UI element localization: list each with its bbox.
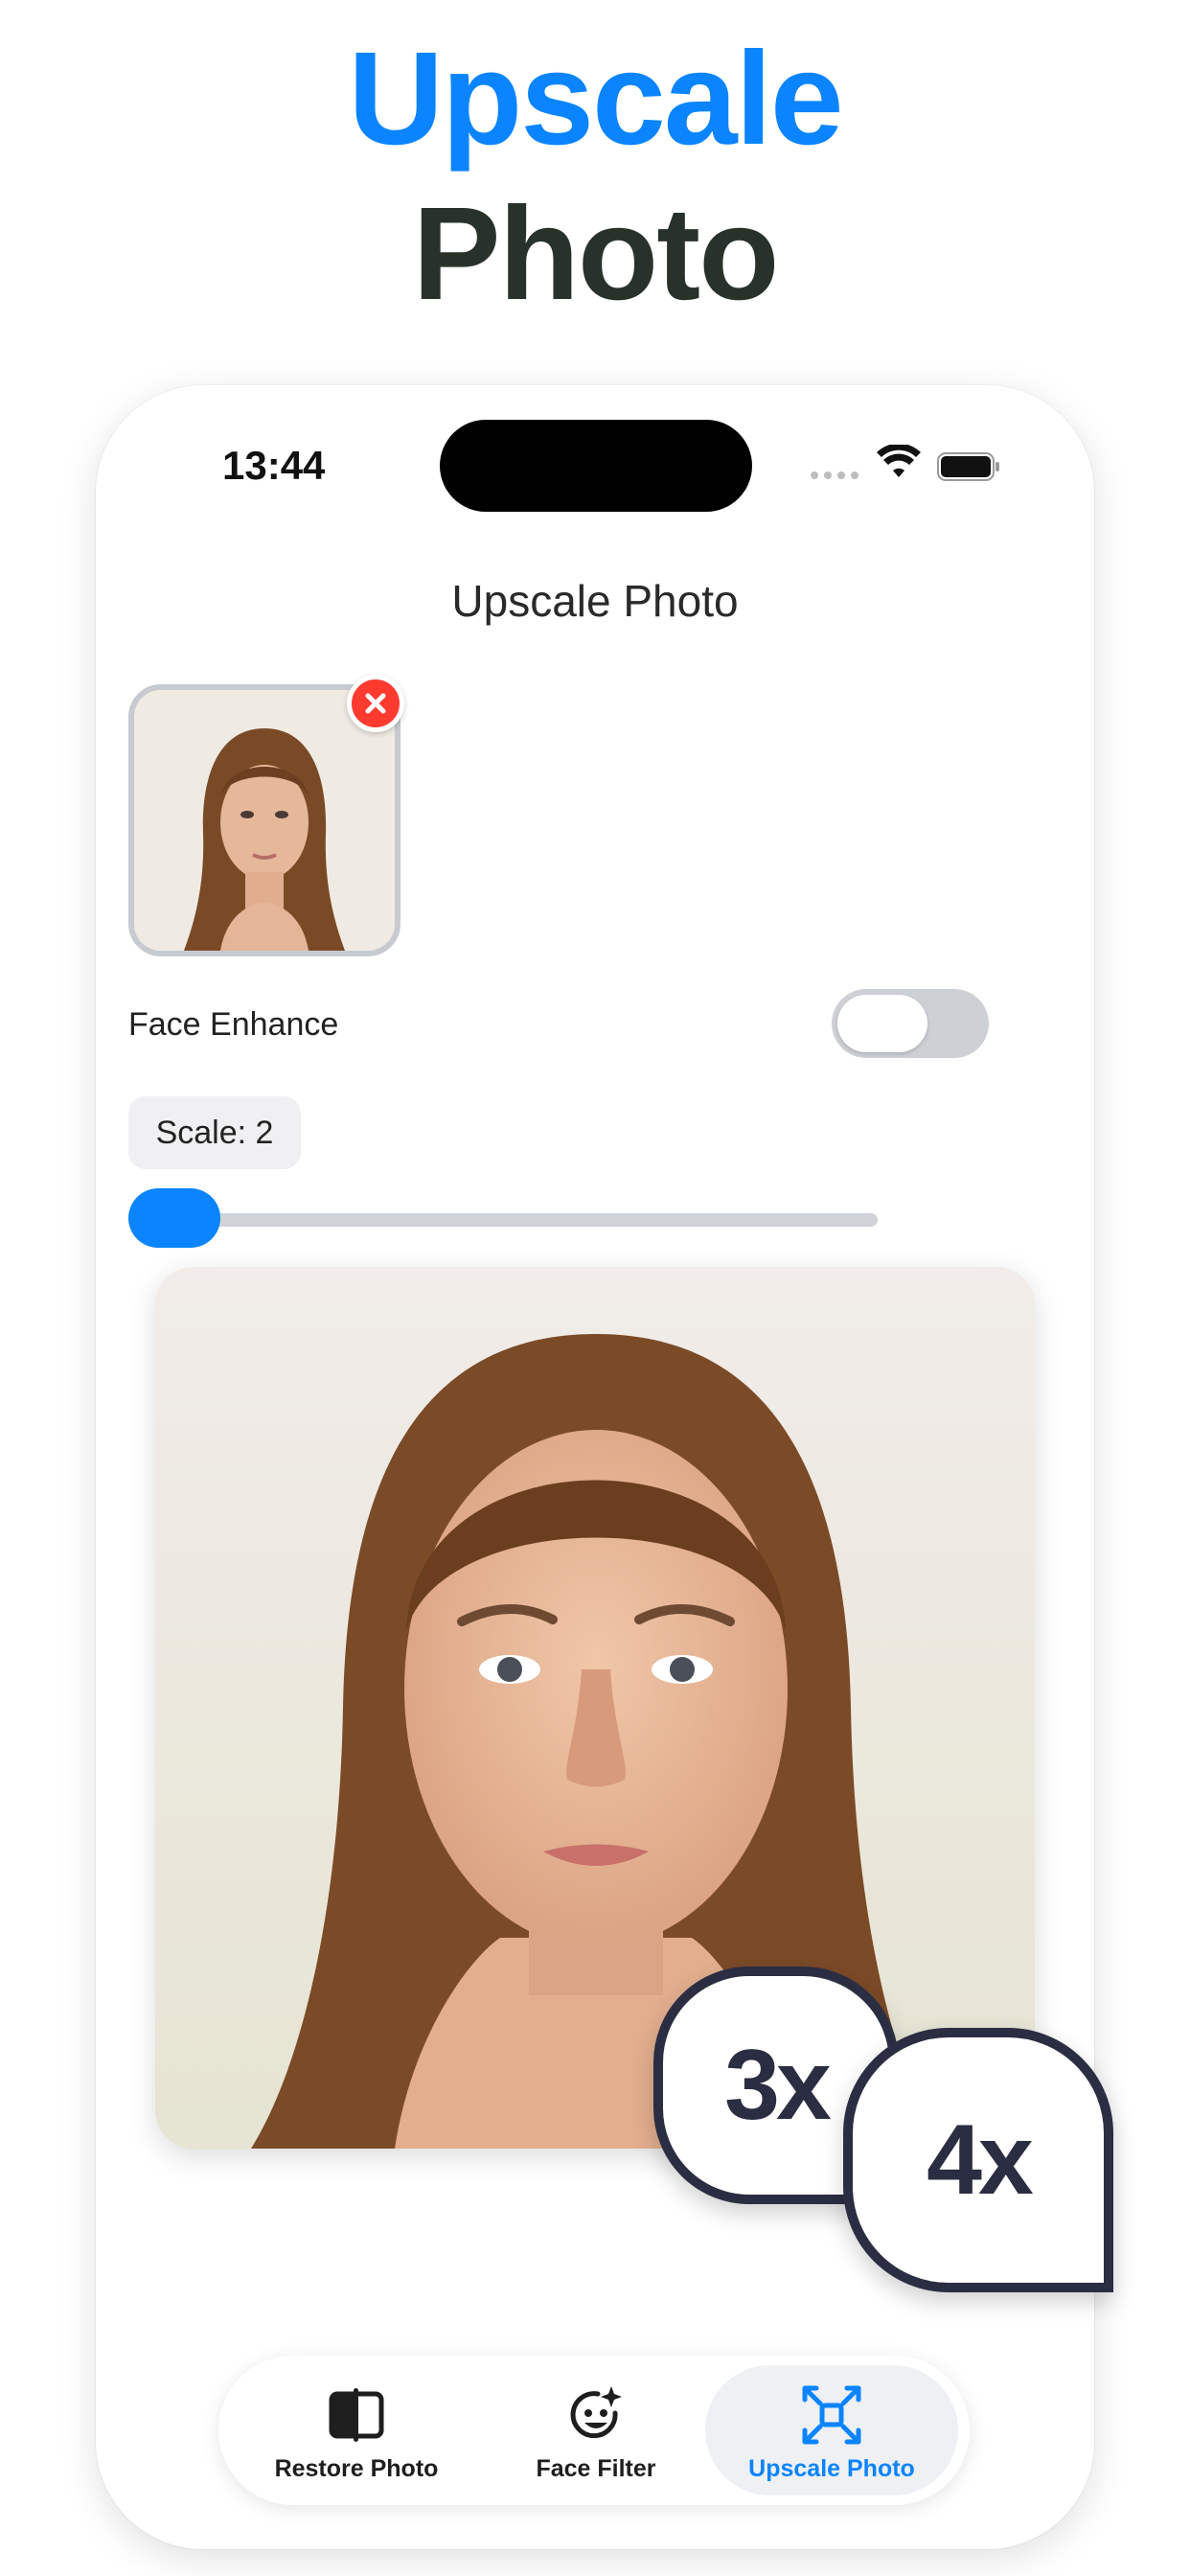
- tab-bar: Restore Photo Face Filter Upscale Photo: [218, 2356, 970, 2505]
- tab-restore-photo-label: Restore Photo: [274, 2455, 439, 2482]
- portrait-preview-image: [155, 1267, 1035, 2149]
- tab-face-filter-label: Face Filter: [536, 2455, 656, 2482]
- close-icon: [365, 693, 386, 714]
- tab-restore-photo[interactable]: Restore Photo: [230, 2365, 483, 2496]
- face-filter-icon: [570, 2386, 622, 2439]
- remove-photo-button[interactable]: [347, 675, 404, 732]
- status-time: 13:44: [222, 443, 326, 488]
- tab-upscale-photo-label: Upscale Photo: [748, 2455, 915, 2482]
- slider-thumb[interactable]: [128, 1188, 220, 1248]
- phone-frame: 13:44 Upscale Photo Face Enhance Scale: …: [96, 385, 1113, 2549]
- slider-track: [128, 1213, 878, 1227]
- toggle-knob: [837, 995, 927, 1052]
- face-enhance-label: Face Enhance: [128, 1006, 339, 1043]
- headline-upscale: Upscale: [348, 25, 843, 172]
- scale-slider[interactable]: [128, 1188, 878, 1250]
- wifi-icon: [877, 445, 921, 477]
- scale-4x-badge: 4x: [843, 2028, 1113, 2292]
- page-title: Upscale Photo: [451, 576, 739, 626]
- portrait-thumbnail-image: [134, 690, 395, 951]
- upscale-photo-icon: [802, 2385, 861, 2445]
- tab-face-filter[interactable]: Face Filter: [469, 2365, 722, 2496]
- cellular-signal-icon: [811, 472, 858, 479]
- preview-photo: [155, 1267, 1035, 2149]
- face-enhance-toggle[interactable]: [832, 989, 989, 1058]
- tab-upscale-photo[interactable]: Upscale Photo: [705, 2365, 958, 2496]
- battery-icon: [937, 452, 999, 481]
- restore-photo-icon: [329, 2388, 384, 2442]
- dynamic-island: [440, 420, 752, 512]
- headline-photo: Photo: [412, 180, 780, 328]
- scale-value-label: Scale: 2: [128, 1096, 301, 1169]
